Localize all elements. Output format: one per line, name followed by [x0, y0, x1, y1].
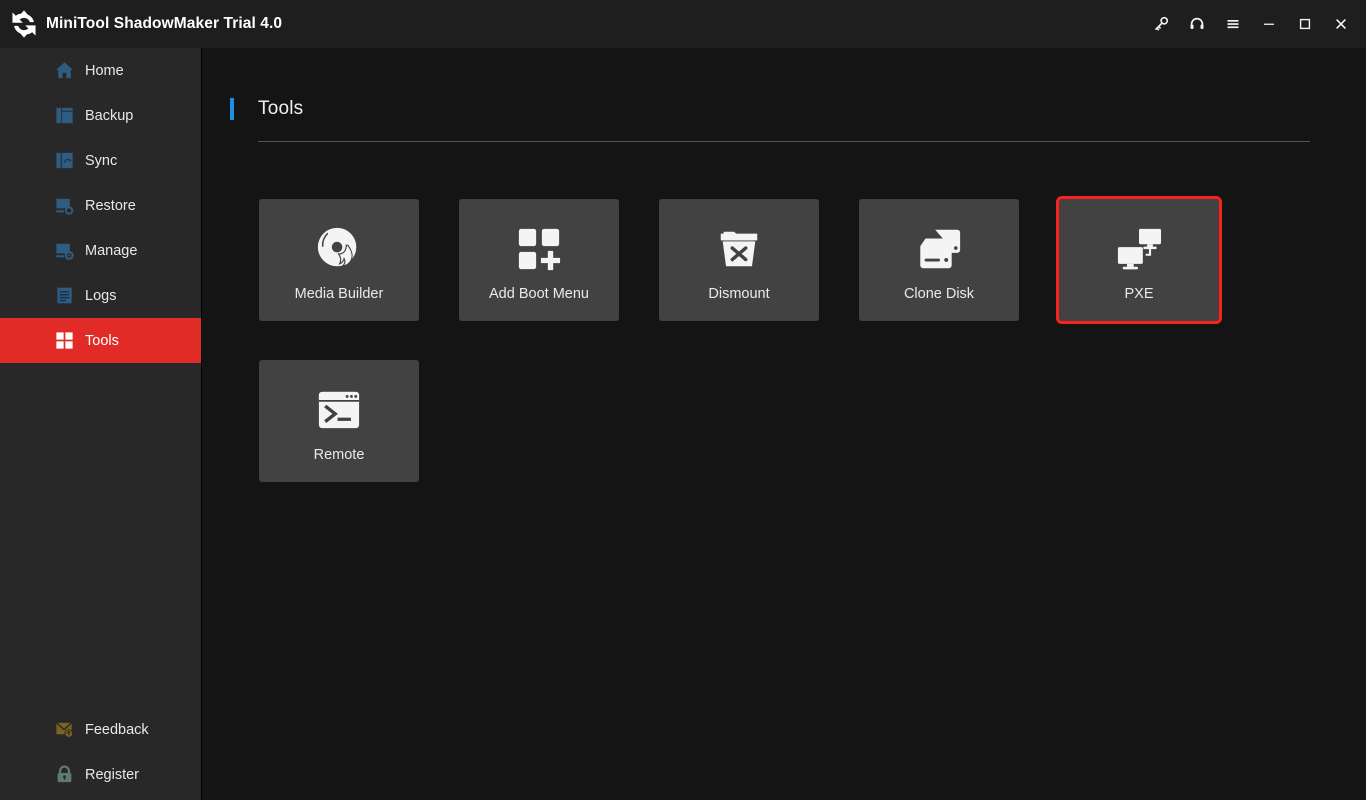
tool-tile-remote[interactable]: Remote	[259, 360, 419, 482]
app-title: MiniTool ShadowMaker Trial 4.0	[46, 15, 283, 32]
sidebar-item-label: Logs	[85, 287, 117, 304]
sidebar-item-sync[interactable]: Sync	[0, 138, 201, 183]
tool-tile-clone-disk[interactable]: Clone Disk	[859, 199, 1019, 321]
sidebar-item-manage[interactable]: Manage	[0, 228, 201, 273]
disk-clone-icon	[914, 221, 964, 277]
tool-tile-dismount[interactable]: Dismount	[659, 199, 819, 321]
terminal-window-icon	[315, 382, 363, 438]
disc-flame-icon	[314, 221, 364, 277]
tool-tile-label: Clone Disk	[903, 285, 975, 302]
sidebar-item-logs[interactable]: Logs	[0, 273, 201, 318]
sidebar-item-backup[interactable]: Backup	[0, 93, 201, 138]
window-controls	[1143, 0, 1366, 48]
tool-tile-pxe[interactable]: PXE	[1056, 196, 1222, 324]
minimize-button[interactable]	[1251, 0, 1287, 48]
sidebar-item-label: Backup	[85, 107, 134, 124]
sidebar-item-label: Restore	[85, 197, 136, 214]
sync-icon	[53, 150, 75, 172]
feedback-envelope-icon	[53, 719, 75, 741]
tool-tile-label: Add Boot Menu	[489, 285, 589, 302]
sidebar-item-feedback[interactable]: Feedback	[0, 707, 202, 752]
restore-icon	[53, 195, 75, 217]
sidebar-item-home[interactable]: Home	[0, 48, 201, 93]
tool-tile-label: Dismount	[708, 285, 770, 302]
two-monitors-icon	[1114, 221, 1164, 277]
sidebar-item-restore[interactable]: Restore	[0, 183, 201, 228]
tools-icon	[53, 330, 75, 352]
sidebar-item-label: Manage	[85, 242, 138, 259]
menu-icon[interactable]	[1215, 0, 1251, 48]
key-icon[interactable]	[1143, 0, 1179, 48]
tool-tile-label: Media Builder	[294, 285, 384, 302]
logs-icon	[53, 285, 75, 307]
sidebar-item-register[interactable]: Register	[0, 752, 202, 797]
manage-icon	[53, 240, 75, 262]
sidebar-item-label: Home	[85, 62, 124, 79]
container-x-icon	[715, 221, 763, 277]
sidebar-item-label: Feedback	[85, 721, 149, 738]
header-divider	[258, 141, 1310, 142]
page-title: Tools	[258, 98, 304, 119]
headset-icon[interactable]	[1179, 0, 1215, 48]
title-bar: MiniTool ShadowMaker Trial 4.0	[0, 0, 1366, 48]
home-icon	[53, 60, 75, 82]
lock-icon	[53, 764, 75, 786]
sidebar-item-label: Sync	[85, 152, 118, 169]
tool-tile-media-builder[interactable]: Media Builder	[259, 199, 419, 321]
main-content: Tools Media Builder Add Boot Menu Dismou…	[203, 48, 1366, 800]
sidebar-bottom-group: Feedback Register	[0, 707, 202, 800]
maximize-button[interactable]	[1287, 0, 1323, 48]
squares-plus-icon	[516, 221, 562, 277]
sidebar-item-label: Tools	[85, 332, 119, 349]
sidebar-item-label: Register	[85, 766, 139, 783]
title-accent-bar	[230, 98, 234, 120]
tool-tile-label: PXE	[1124, 285, 1154, 302]
sidebar-item-tools[interactable]: Tools	[0, 318, 201, 363]
app-logo	[6, 6, 42, 42]
tool-tile-add-boot-menu[interactable]: Add Boot Menu	[459, 199, 619, 321]
tool-tile-label: Remote	[313, 446, 365, 463]
tools-grid: Media Builder Add Boot Menu Dismount Clo…	[259, 196, 1279, 482]
backup-icon	[53, 105, 75, 127]
page-header: Tools	[230, 98, 303, 120]
close-button[interactable]	[1323, 0, 1359, 48]
sidebar: Home Backup Sync Restore Manage Logs Too…	[0, 48, 202, 800]
